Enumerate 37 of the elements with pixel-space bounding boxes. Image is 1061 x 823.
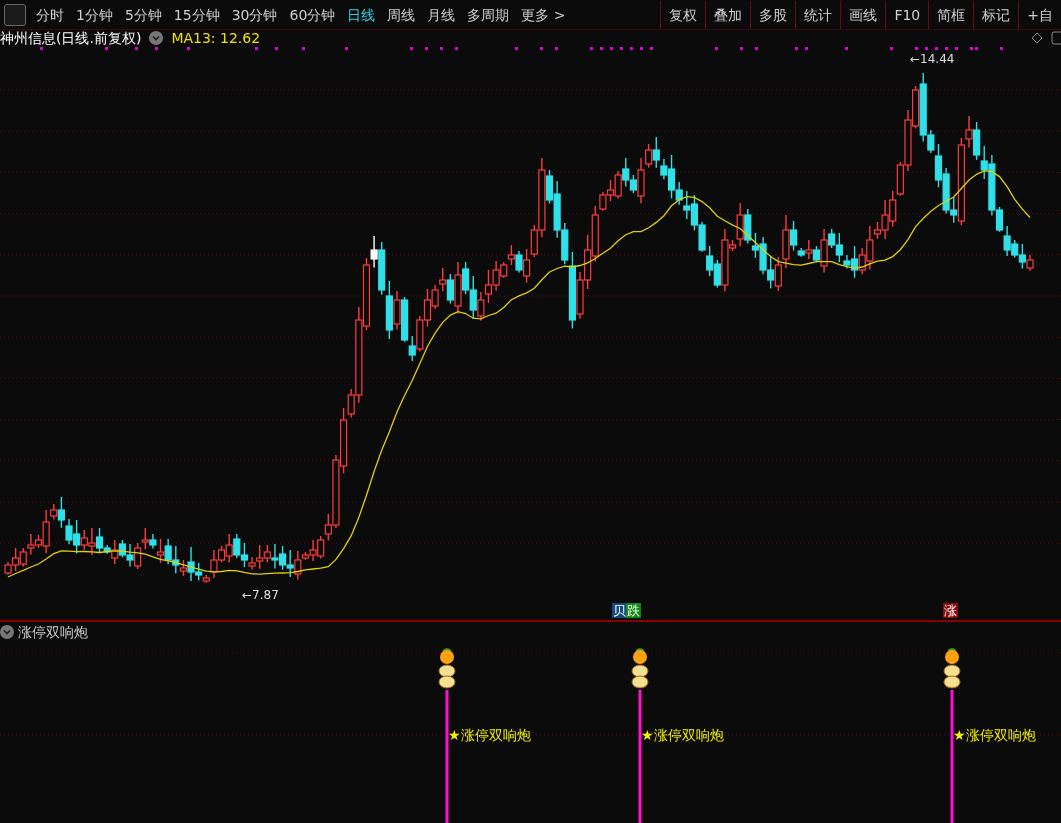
money-bag-icon [438, 648, 456, 689]
signal-marker: 跌 [626, 603, 641, 618]
period-tab[interactable]: 5分钟 [118, 0, 168, 29]
toolbar-button[interactable]: F10 [885, 0, 929, 29]
toolbar-button[interactable]: 多股 [750, 0, 796, 29]
period-tab[interactable]: 1分钟 [70, 0, 119, 29]
toolbar-button[interactable]: 简框 [928, 0, 974, 29]
money-bag-icon [631, 648, 649, 689]
chevron-icon[interactable] [0, 625, 14, 639]
toolbar-button[interactable]: 复权 [660, 0, 706, 29]
stock-title: 神州信息(日线.前复权) [0, 30, 142, 46]
chevron-icon[interactable] [149, 31, 164, 45]
signal-label: ★涨停双响炮 [953, 727, 1036, 743]
period-tab[interactable]: 月线 [421, 0, 462, 29]
period-tab[interactable]: 多周期 [461, 0, 516, 29]
toolbar-button[interactable]: +自 [1018, 0, 1061, 29]
period-tab[interactable]: 30分钟 [225, 0, 284, 29]
period-tab[interactable]: 分时 [30, 0, 70, 29]
signal-label: ★涨停双响炮 [641, 727, 724, 743]
high-price-label: ←14.44 [910, 52, 955, 66]
toolbar-button[interactable]: 标记 [973, 0, 1019, 29]
low-price-label: ←7.87 [242, 588, 279, 602]
ma-value: MA13: 12.62 [171, 30, 261, 46]
toolbar-button[interactable]: 画线 [840, 0, 886, 29]
signal-label: ★涨停双响炮 [448, 727, 531, 743]
diamond-icon[interactable] [1031, 32, 1043, 44]
money-bag-icon [943, 648, 961, 689]
period-tab[interactable]: 60分钟 [283, 0, 342, 29]
signal-marker: 涨 [943, 603, 958, 618]
panel-toggle-icon[interactable] [4, 3, 26, 26]
period-tab[interactable]: 15分钟 [167, 0, 226, 29]
period-tab[interactable]: 日线 [341, 0, 382, 29]
toolbar-button[interactable]: 统计 [795, 0, 841, 29]
indicator-title: 涨停双响炮 [18, 623, 88, 642]
toolbar-button[interactable]: 叠加 [705, 0, 751, 29]
period-tab[interactable]: 更多 > [515, 0, 572, 29]
period-tab[interactable]: 周线 [381, 0, 422, 29]
